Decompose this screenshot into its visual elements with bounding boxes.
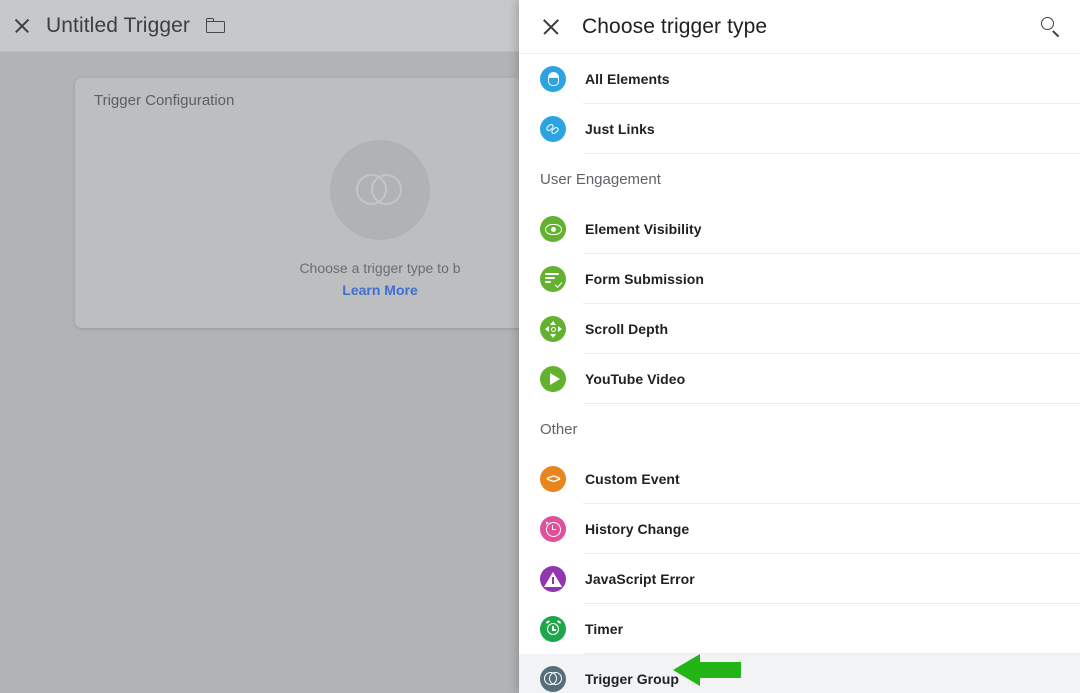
search-icon[interactable] [1040, 16, 1062, 38]
eye-icon [540, 216, 566, 242]
list-item[interactable]: Element Visibility [519, 204, 1080, 254]
list-item-label: Timer [585, 621, 624, 637]
list-item-label: All Elements [585, 71, 670, 87]
learn-more-link[interactable]: Learn More [342, 282, 417, 298]
row-divider [583, 403, 1080, 404]
list-item[interactable]: <> Custom Event [519, 454, 1080, 504]
list-item-label: History Change [585, 521, 690, 537]
close-icon[interactable] [540, 16, 562, 38]
close-icon[interactable] [10, 14, 34, 38]
row-divider [583, 153, 1080, 154]
link-icon [540, 116, 566, 142]
list-item[interactable]: All Elements [519, 54, 1080, 104]
form-check-icon [540, 266, 566, 292]
trigger-name[interactable]: Untitled Trigger [46, 14, 190, 38]
folder-icon[interactable] [206, 18, 225, 33]
list-item-trigger-group[interactable]: Trigger Group [519, 654, 1080, 693]
mouse-click-icon [540, 66, 566, 92]
list-item-label: Form Submission [585, 271, 704, 287]
list-item[interactable]: Scroll Depth [519, 304, 1080, 354]
list-item[interactable]: History Change [519, 504, 1080, 554]
list-item-label: Trigger Group [585, 671, 679, 687]
trigger-type-list[interactable]: All Elements Just Links User Engagement … [519, 54, 1080, 693]
panel-title: Choose trigger type [582, 14, 768, 38]
code-brackets-icon: <> [540, 466, 566, 492]
list-item[interactable]: Timer [519, 604, 1080, 654]
trigger-group-circles-icon [330, 140, 430, 240]
clock-rewind-icon [540, 516, 566, 542]
list-item[interactable]: YouTube Video [519, 354, 1080, 404]
list-item[interactable]: Just Links [519, 104, 1080, 154]
list-item[interactable]: Form Submission [519, 254, 1080, 304]
card-title: Trigger Configuration [94, 92, 235, 109]
section-header-user-engagement: User Engagement [540, 170, 661, 188]
list-item-label: Custom Event [585, 471, 680, 487]
choose-trigger-type-panel: Choose trigger type All Elements Just Li… [519, 0, 1080, 693]
list-item-label: Element Visibility [585, 221, 702, 237]
play-icon [540, 366, 566, 392]
alarm-clock-icon [540, 616, 566, 642]
screen: Untitled Trigger Trigger Configuration C… [0, 0, 1080, 693]
list-item-label: Scroll Depth [585, 321, 669, 337]
scroll-arrows-icon [540, 316, 566, 342]
left-arrow-annotation [673, 654, 741, 686]
list-item-label: YouTube Video [585, 371, 686, 387]
panel-header: Choose trigger type [519, 0, 1080, 54]
warning-triangle-icon [540, 566, 566, 592]
list-item[interactable]: JavaScript Error [519, 554, 1080, 604]
trigger-group-circles-icon [540, 666, 566, 692]
list-item-label: Just Links [585, 121, 655, 137]
empty-state-text: Choose a trigger type to b [299, 260, 461, 276]
list-item-label: JavaScript Error [585, 571, 695, 587]
section-header-other: Other [540, 420, 578, 438]
